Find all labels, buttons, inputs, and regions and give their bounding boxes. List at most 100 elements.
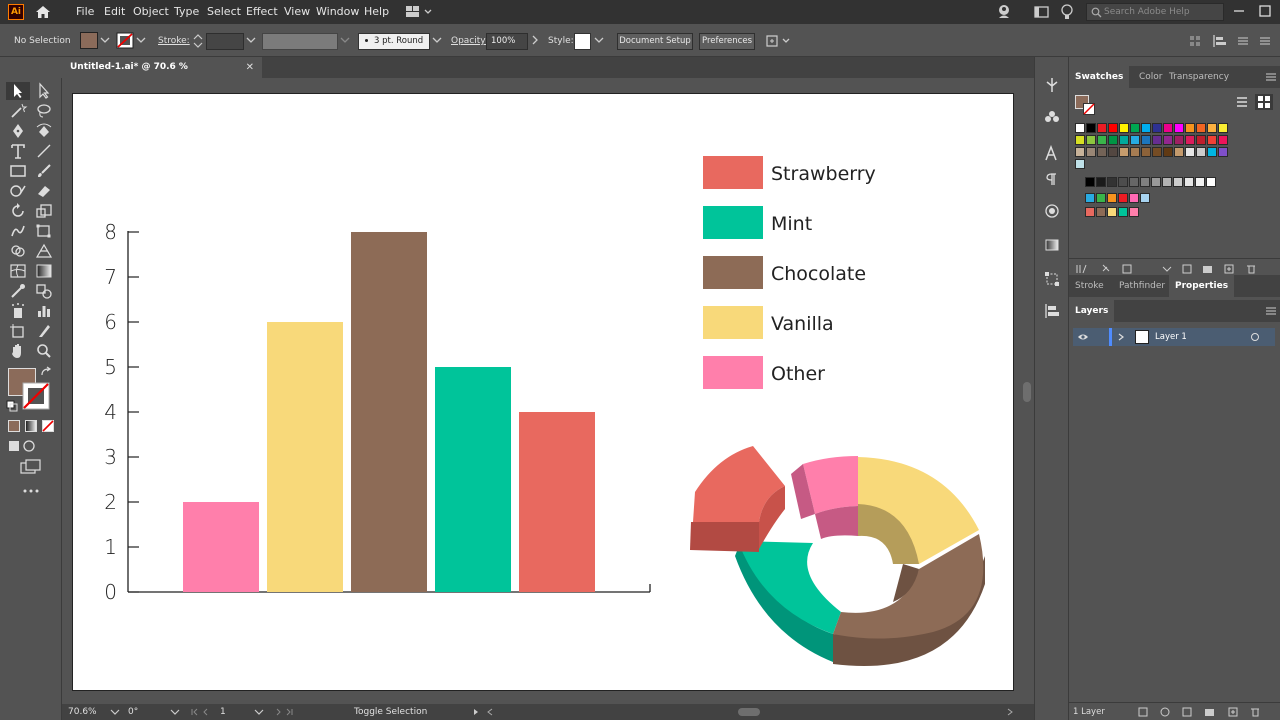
color-swatch[interactable]	[1075, 135, 1085, 145]
menu-object[interactable]: Object	[133, 4, 169, 20]
bright-swatch[interactable]	[1085, 193, 1095, 203]
swap-fill-stroke-icon[interactable]	[40, 366, 54, 378]
tab-properties[interactable]: Properties	[1169, 275, 1235, 297]
align-grid-icon[interactable]	[1188, 34, 1202, 48]
tab-layers[interactable]: Layers	[1069, 300, 1115, 322]
prev-artboard-icons[interactable]	[190, 708, 216, 716]
gray-swatch[interactable]	[1107, 177, 1117, 187]
bright-swatch[interactable]	[1096, 193, 1106, 203]
style-chevron-icon[interactable]	[594, 36, 604, 44]
layer-name[interactable]: Layer 1	[1155, 332, 1187, 342]
zoom-level[interactable]: 70.6%	[68, 707, 97, 717]
color-swatch[interactable]	[1218, 135, 1228, 145]
bright-swatch[interactable]	[1129, 193, 1139, 203]
color-swatch[interactable]	[1108, 135, 1118, 145]
color-swatch[interactable]	[1086, 123, 1096, 133]
color-swatch[interactable]	[1119, 135, 1129, 145]
shape-builder-tool-icon[interactable]	[8, 242, 28, 260]
color-swatch[interactable]	[1163, 135, 1173, 145]
stroke-weight-input[interactable]	[206, 33, 244, 50]
chart-color-swatch[interactable]	[1129, 207, 1139, 217]
gray-swatch[interactable]	[1173, 177, 1183, 187]
artboard-number[interactable]: 1	[220, 707, 226, 717]
color-swatch[interactable]	[1075, 159, 1085, 169]
edit-toolbar-more-icon[interactable]	[22, 488, 40, 494]
color-swatch[interactable]	[1130, 147, 1140, 157]
layer-row[interactable]: Layer 1	[1073, 328, 1275, 346]
selection-tool-icon[interactable]	[8, 82, 28, 100]
chart-color-swatch[interactable]	[1085, 207, 1095, 217]
scroll-left-icon[interactable]	[486, 708, 494, 716]
color-swatch[interactable]	[1097, 123, 1107, 133]
gradient-panel-icon[interactable]	[1044, 237, 1060, 253]
color-swatch[interactable]	[1108, 147, 1118, 157]
color-swatch[interactable]	[1097, 147, 1107, 157]
minimize-icon[interactable]	[1232, 4, 1246, 18]
color-swatch[interactable]	[1119, 123, 1129, 133]
scroll-right-icon[interactable]	[1006, 708, 1014, 716]
opacity-arrow-icon[interactable]	[531, 35, 539, 45]
lasso-tool-icon[interactable]	[34, 102, 54, 120]
profile-chevron-icon[interactable]	[340, 36, 350, 44]
shaper-tool-icon[interactable]	[8, 182, 28, 200]
eyedropper-tool-icon[interactable]	[8, 282, 28, 300]
color-swatch[interactable]	[1185, 135, 1195, 145]
transform-icon[interactable]	[1044, 271, 1060, 287]
color-swatch[interactable]	[1086, 135, 1096, 145]
artboard-chevron-icon[interactable]	[254, 708, 264, 716]
gray-swatch[interactable]	[1162, 177, 1172, 187]
gray-swatch[interactable]	[1085, 177, 1095, 187]
menu-effect[interactable]: Effect	[246, 4, 278, 20]
hand-tool-icon[interactable]	[8, 342, 28, 360]
gradient-mode-button[interactable]	[25, 420, 37, 432]
status-arrow-icon[interactable]	[472, 708, 480, 716]
stroke-dropdown-chevron-icon[interactable]	[136, 36, 146, 44]
color-swatch[interactable]	[1141, 147, 1151, 157]
gray-swatch[interactable]	[1140, 177, 1150, 187]
tab-transparency[interactable]: Transparency	[1163, 66, 1235, 88]
artboard-tool-icon[interactable]	[8, 322, 28, 340]
stroke-label[interactable]: Stroke:	[158, 36, 190, 46]
visibility-eye-icon[interactable]	[1077, 332, 1089, 342]
stroke-weight-chevron-icon[interactable]	[246, 36, 256, 44]
curvature-tool-icon[interactable]	[34, 122, 54, 140]
panel-menu-icon[interactable]	[1258, 34, 1272, 48]
column-graph-tool-icon[interactable]	[34, 302, 54, 320]
color-swatch[interactable]	[1174, 135, 1184, 145]
color-swatch[interactable]	[1163, 123, 1173, 133]
maximize-icon[interactable]	[1258, 4, 1272, 18]
document-setup-button[interactable]: Document Setup	[617, 33, 693, 50]
color-swatch[interactable]	[1152, 147, 1162, 157]
none-mode-button-icon[interactable]	[42, 420, 54, 432]
eraser-tool-icon[interactable]	[34, 182, 54, 200]
paintbrush-tool-icon[interactable]	[34, 162, 54, 180]
chart-color-swatch[interactable]	[1096, 207, 1106, 217]
color-swatch[interactable]	[1108, 123, 1118, 133]
color-swatch[interactable]	[1196, 147, 1206, 157]
fill-dropdown-chevron-icon[interactable]	[100, 36, 110, 44]
magic-wand-tool-icon[interactable]	[8, 102, 28, 120]
vertical-scrollbar[interactable]	[1020, 78, 1034, 704]
tab-pathfinder[interactable]: Pathfinder	[1113, 275, 1171, 297]
align-left-icon[interactable]	[1212, 34, 1228, 48]
change-screen-mode-icon[interactable]	[20, 459, 42, 475]
mesh-tool-icon[interactable]	[8, 262, 28, 280]
preferences-button[interactable]: Preferences	[699, 33, 755, 50]
brush-chevron-icon[interactable]	[432, 36, 442, 44]
color-swatch[interactable]	[1152, 135, 1162, 145]
gray-swatch[interactable]	[1129, 177, 1139, 187]
rotate-tool-icon[interactable]	[8, 202, 28, 220]
more-options-icon[interactable]	[1236, 34, 1250, 48]
chart-color-swatch[interactable]	[1118, 207, 1128, 217]
appearance-icon[interactable]	[1044, 203, 1060, 219]
pen-tool-icon[interactable]	[8, 122, 28, 140]
free-transform-tool-icon[interactable]	[34, 222, 54, 240]
menu-file[interactable]: File	[76, 4, 94, 20]
gray-swatch[interactable]	[1151, 177, 1161, 187]
zoom-tool-icon[interactable]	[34, 342, 54, 360]
graphic-style-swatch[interactable]	[574, 33, 591, 50]
gray-swatch[interactable]	[1184, 177, 1194, 187]
chart-color-swatch[interactable]	[1107, 207, 1117, 217]
color-swatch[interactable]	[1218, 147, 1228, 157]
color-swatch[interactable]	[1130, 135, 1140, 145]
